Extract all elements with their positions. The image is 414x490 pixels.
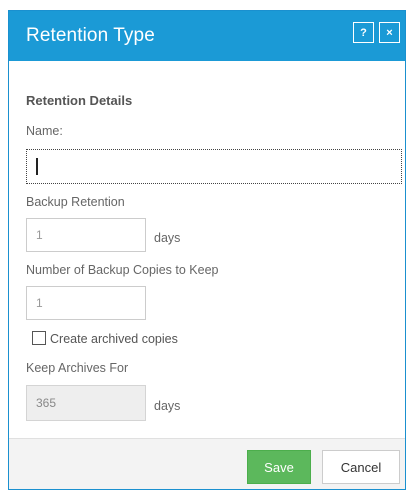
close-button[interactable]: × (379, 22, 400, 43)
create-archived-checkbox[interactable] (32, 331, 46, 345)
backup-copies-label: Number of Backup Copies to Keep (26, 263, 219, 277)
backup-retention-unit: days (154, 231, 181, 245)
dialog-titlebar: Retention Type ? × (9, 11, 405, 61)
dialog-title: Retention Type (26, 25, 155, 46)
help-button[interactable]: ? (353, 22, 374, 43)
close-icon: × (386, 26, 393, 39)
retention-type-dialog: Retention Type ? × Retention Details Nam… (8, 10, 406, 490)
keep-archives-unit: days (154, 399, 181, 413)
text-cursor (36, 158, 38, 175)
keep-archives-input (26, 385, 146, 421)
section-title: Retention Details (26, 93, 133, 108)
create-archived-label[interactable]: Create archived copies (50, 332, 178, 346)
backup-retention-label: Backup Retention (26, 195, 125, 209)
cancel-button[interactable]: Cancel (322, 450, 400, 484)
keep-archives-label: Keep Archives For (26, 361, 129, 375)
save-button[interactable]: Save (247, 450, 311, 484)
backup-retention-input[interactable] (26, 218, 146, 252)
backup-copies-input[interactable] (26, 286, 146, 320)
name-input[interactable] (26, 149, 402, 184)
help-icon: ? (360, 26, 367, 39)
dialog-footer: Save Cancel (9, 438, 405, 489)
name-label: Name: (26, 124, 63, 138)
